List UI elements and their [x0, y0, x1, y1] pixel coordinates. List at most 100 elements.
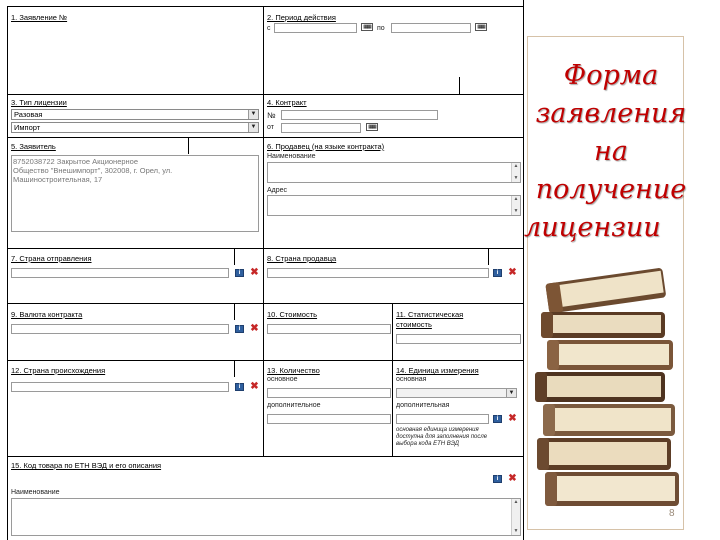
goods-name-textarea[interactable]: ▲ ▼: [11, 498, 521, 536]
seller-country-input[interactable]: [267, 268, 489, 278]
field-4-label: 4. Контракт: [267, 98, 307, 107]
frame-left: [7, 6, 8, 540]
frame-right: [523, 0, 524, 540]
license-kind-value: Импорт: [14, 123, 41, 132]
scroll-up-icon[interactable]: ▲: [512, 163, 520, 170]
delete-icon[interactable]: ✖: [508, 414, 517, 424]
row-divider-5: [7, 360, 523, 361]
book: [545, 268, 666, 314]
departure-country-input[interactable]: [11, 268, 229, 278]
slide-title-line-2: заявления: [535, 98, 687, 129]
field-11-label: 11. Статистическая: [396, 310, 464, 319]
col-divider-11-14: [392, 303, 393, 456]
add-icon[interactable]: i: [493, 415, 502, 423]
unit-additional-label: дополнительная: [396, 402, 450, 409]
slide-title-line-1: Форма: [563, 60, 659, 91]
period-to-label: по: [377, 25, 385, 32]
contract-number-input[interactable]: [281, 110, 438, 120]
calendar-icon[interactable]: ▦▦: [366, 123, 378, 131]
book: [535, 372, 665, 402]
delete-icon[interactable]: ✖: [250, 382, 259, 392]
field-3-label: 3. Тип лицензии: [11, 98, 67, 107]
slide-title-line-5: лицензии: [524, 212, 661, 243]
tick-mark: [234, 303, 235, 320]
frame-middle: [263, 6, 264, 456]
field-9-label: 9. Валюта контракта: [11, 310, 83, 319]
unit-hint-text: основная единица измерения доступна для …: [396, 427, 488, 447]
row-divider-6: [7, 456, 523, 457]
license-application-form: 1. Заявление № 2. Период действия с ▦▦ п…: [0, 0, 525, 540]
delete-icon[interactable]: ✖: [250, 324, 259, 334]
chevron-down-icon[interactable]: ▼: [506, 389, 516, 397]
book: [547, 340, 673, 370]
delete-icon[interactable]: ✖: [508, 474, 517, 484]
applicant-value: 8752038722 Закрытое Акционерное Общество…: [13, 157, 173, 184]
goods-name-label: Наименование: [11, 489, 60, 496]
quantity-basic-label: основное: [267, 376, 298, 383]
statistical-cost-input[interactable]: [396, 334, 521, 344]
scroll-up-icon[interactable]: ▲: [512, 196, 520, 203]
applicant-textarea[interactable]: 8752038722 Закрытое Акционерное Общество…: [11, 155, 259, 232]
calendar-icon[interactable]: ▦▦: [475, 23, 487, 31]
slide-title-line-4: получение: [535, 174, 687, 205]
delete-icon[interactable]: ✖: [508, 268, 517, 278]
unit-additional-input[interactable]: [396, 414, 489, 424]
slide-title-line-3: на: [594, 136, 628, 167]
field-1-label: 1. Заявление №: [11, 13, 68, 22]
unit-basic-label: основная: [396, 376, 427, 383]
row-divider-2: [7, 137, 523, 138]
scroll-down-icon[interactable]: ▼: [512, 528, 520, 535]
book: [541, 312, 665, 338]
calendar-icon[interactable]: ▦▦: [361, 23, 373, 31]
scrollbar[interactable]: ▲ ▼: [511, 196, 520, 215]
scroll-down-icon[interactable]: ▼: [512, 175, 520, 182]
license-kind-select[interactable]: Импорт ▼: [11, 122, 259, 133]
quantity-basic-input[interactable]: [267, 388, 391, 398]
add-icon[interactable]: i: [493, 475, 502, 483]
add-icon[interactable]: i: [493, 269, 502, 277]
contract-date-input[interactable]: [281, 123, 361, 133]
add-icon[interactable]: i: [235, 325, 244, 333]
field-14-label: 14. Единица измерения: [396, 366, 479, 375]
book: [543, 404, 675, 436]
chevron-down-icon[interactable]: ▼: [248, 123, 258, 132]
book: [545, 472, 679, 506]
scrollbar[interactable]: ▲ ▼: [511, 163, 520, 182]
tick-mark: [188, 137, 189, 154]
scrollbar[interactable]: ▲ ▼: [511, 499, 520, 535]
contract-date-label: от: [267, 124, 274, 131]
page-number: 8: [669, 508, 675, 519]
add-icon[interactable]: i: [235, 269, 244, 277]
contract-number-label: №: [267, 111, 276, 120]
delete-icon[interactable]: ✖: [250, 268, 259, 278]
field-12-label: 12. Страна происхождения: [11, 366, 106, 375]
scroll-up-icon[interactable]: ▲: [512, 499, 520, 506]
tick-mark: [234, 360, 235, 377]
tick-mark: [234, 248, 235, 265]
quantity-additional-label: дополнительное: [267, 402, 321, 409]
seller-address-textarea[interactable]: ▲ ▼: [267, 195, 521, 216]
cost-input[interactable]: [267, 324, 391, 334]
scroll-down-icon[interactable]: ▼: [512, 208, 520, 215]
book: [537, 438, 671, 470]
unit-basic-select[interactable]: ▼: [396, 388, 517, 398]
license-type-value: Разовая: [14, 110, 43, 119]
field-11-label-line2: стоимость: [396, 320, 432, 329]
row-divider-4: [7, 303, 523, 304]
chevron-down-icon[interactable]: ▼: [248, 110, 258, 119]
seller-name-textarea[interactable]: ▲ ▼: [267, 162, 521, 183]
field-10-label: 10. Стоимость: [267, 310, 318, 319]
field-2-label: 2. Период действия: [267, 13, 336, 22]
frame-top: [7, 6, 523, 7]
period-to-input[interactable]: [391, 23, 471, 33]
period-from-label: с: [267, 25, 271, 32]
row-divider-3: [7, 248, 523, 249]
period-from-input[interactable]: [274, 23, 357, 33]
origin-country-input[interactable]: [11, 382, 229, 392]
license-type-select[interactable]: Разовая ▼: [11, 109, 259, 120]
field-8-label: 8. Страна продавца: [267, 254, 337, 263]
contract-currency-input[interactable]: [11, 324, 229, 334]
field-7-label: 7. Страна отправления: [11, 254, 92, 263]
quantity-additional-input[interactable]: [267, 414, 391, 424]
add-icon[interactable]: i: [235, 383, 244, 391]
